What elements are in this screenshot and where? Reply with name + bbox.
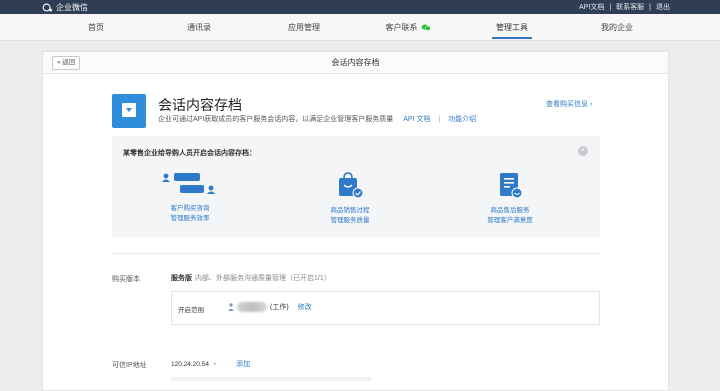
edition-desc: 内部、外部服务沟通质量管理（已开启1/1） [195, 275, 331, 282]
scope-label: 开启范围 [178, 307, 204, 314]
promo-title: 某零售企业给导购人员开启会话内容存档： [123, 150, 256, 157]
app-description: 企业可通过API获取成员的客户服务会话内容，以满足企业管理客户服务质量 API … [158, 114, 476, 124]
content-card: 会话内容存档 « 返回 会话内容存档 企业可通过API获取成员的客户服务会话内容… [42, 51, 669, 391]
main-nav: 首页 通讯录 应用管理 客户联系 管理工具 我的企业 [0, 14, 720, 41]
person-icon [228, 303, 234, 311]
scope-box: 开启范围 (工作) 修改 [171, 291, 600, 325]
feature-item: 客户购买咨询 管理服务效率 [130, 172, 250, 224]
scope-user: (工作) 修改 [228, 300, 312, 314]
edit-scope-link[interactable]: 修改 [298, 302, 312, 312]
ip-tag: 120.24.20.54 × [171, 358, 217, 370]
card-title: 会话内容存档 [331, 58, 380, 67]
close-icon[interactable]: × [578, 146, 588, 156]
top-bar: 企业微信 API文档 | 联系客服 | 退出 [0, 0, 720, 14]
brand-name: 企业微信 [56, 2, 88, 12]
nav-home[interactable]: 首页 [84, 14, 108, 41]
separator: | [649, 3, 651, 11]
top-links: API文档 | 联系客服 | 退出 [579, 0, 670, 14]
cropped-row [171, 377, 371, 381]
feature-item: 商品售后服务 管理客户满意度 [450, 172, 570, 226]
promo-panel: 某零售企业给导购人员开启会话内容存档： × 客户购买咨询 管理服务效率 商品销售… [112, 136, 600, 237]
feature-line-1: 商品销售过程 [330, 207, 370, 214]
version-info: 服务版 内部、外部服务沟通质量管理（已开启1/1） [171, 273, 331, 283]
logout-link[interactable]: 退出 [656, 2, 670, 12]
feature-line-2: 管理客户满意度 [487, 217, 533, 224]
nav-app-management[interactable]: 应用管理 [286, 14, 322, 41]
nav-admin-tools[interactable]: 管理工具 [492, 14, 532, 41]
feature-intro-link[interactable]: 功能介绍 [448, 116, 476, 123]
add-ip-link[interactable]: 添加 [236, 359, 250, 369]
feature-line-2: 管理服务质量 [330, 217, 370, 224]
nav-my-enterprise[interactable]: 我的企业 [600, 14, 634, 41]
feature-line-1: 商品售后服务 [490, 207, 530, 214]
separator: | [438, 116, 441, 123]
app-title: 会话内容存档 [158, 97, 242, 113]
wecom-logo-icon [42, 3, 53, 11]
shopping-bag-icon [339, 172, 364, 199]
ip-value: 120.24.20.54 [171, 360, 209, 368]
user-suffix: (工作) [270, 304, 289, 311]
nav-contacts[interactable]: 通讯录 [185, 14, 213, 41]
back-button[interactable]: « 返回 [52, 56, 81, 70]
feature-label: 商品销售过程 管理服务质量 [290, 206, 410, 226]
redacted-name [237, 302, 267, 312]
feature-label: 客户购买咨询 管理服务效率 [130, 204, 250, 224]
feature-label: 商品售后服务 管理客户满意度 [450, 206, 570, 226]
brand[interactable]: 企业微信 [42, 0, 88, 14]
app-description-text: 企业可通过API获取成员的客户服务会话内容，以满足企业管理客户服务质量 [158, 116, 394, 123]
api-docs-link[interactable]: API文档 [579, 2, 604, 12]
nav-customer-contact[interactable]: 客户联系 [382, 14, 434, 41]
remove-ip-icon[interactable]: × [213, 361, 217, 368]
purchase-version-label: 购买版本 [112, 276, 140, 283]
feature-item: 商品销售过程 管理服务质量 [290, 172, 410, 226]
wechat-icon [421, 24, 431, 32]
support-link[interactable]: 联系客服 [616, 2, 644, 12]
divider [112, 253, 600, 254]
purchase-info-link[interactable]: 查看购买信息 › [546, 99, 592, 109]
nav-customer-contact-label: 客户联系 [385, 23, 418, 32]
card-header: 会话内容存档 « 返回 [43, 52, 668, 74]
trusted-ip-label: 可信IP地址 [112, 362, 147, 369]
edition-name: 服务版 [171, 275, 192, 282]
api-doc-link[interactable]: API 文档 [403, 116, 430, 123]
feature-line-1: 客户购买咨询 [170, 205, 210, 212]
feature-line-2: 管理服务效率 [170, 215, 210, 222]
separator: | [609, 3, 612, 11]
download-box-icon [112, 94, 146, 128]
document-smile-icon [500, 173, 523, 199]
chat-users-icon [162, 173, 215, 194]
